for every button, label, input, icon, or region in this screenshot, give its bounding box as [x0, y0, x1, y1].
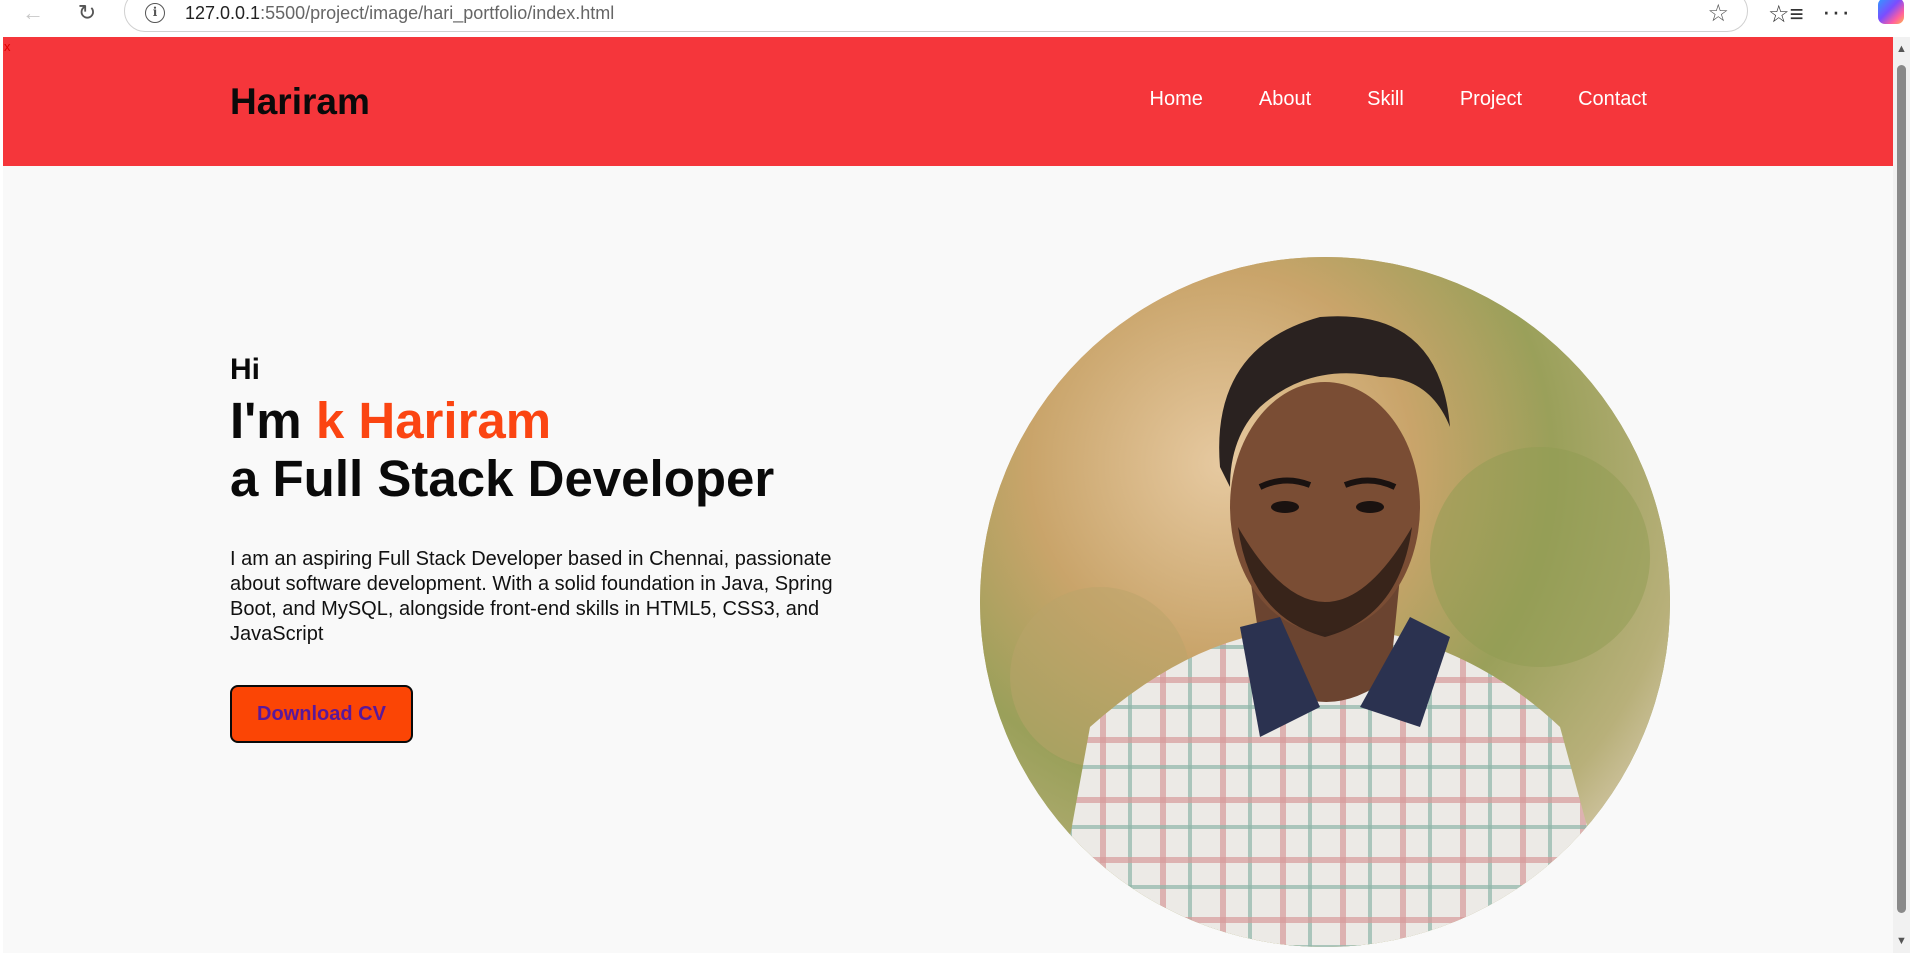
- scroll-up-arrow-icon[interactable]: ▲: [1896, 43, 1907, 55]
- copilot-icon[interactable]: [1878, 0, 1904, 24]
- hero-description: I am an aspiring Full Stack Developer ba…: [230, 548, 833, 645]
- hero-name: k Hariram: [315, 392, 552, 449]
- nav-skill[interactable]: Skill: [1367, 88, 1404, 111]
- hero-intro: I'm k Hariram: [230, 392, 552, 449]
- favorite-star-icon[interactable]: ☆: [1707, 0, 1729, 28]
- favorites-list-icon[interactable]: ☆≡: [1768, 0, 1804, 29]
- nav-home[interactable]: Home: [1150, 88, 1203, 111]
- hero-role: a Full Stack Developer: [230, 450, 775, 507]
- hero-text: Hi I'm k Hariram a Full Stack Developer …: [230, 353, 870, 743]
- download-cv-button[interactable]: Download CV: [230, 685, 413, 743]
- nav-about[interactable]: About: [1259, 88, 1311, 111]
- site-info-icon[interactable]: i: [145, 3, 165, 23]
- page-viewport: Hariram Home About Skill Project Contact…: [3, 37, 1893, 953]
- close-marker[interactable]: x: [4, 39, 11, 54]
- brand-logo[interactable]: Hariram: [230, 81, 370, 123]
- navbar: Hariram Home About Skill Project Contact: [3, 37, 1893, 166]
- url-text[interactable]: 127.0.0.1:5500/project/image/hari_portfo…: [185, 3, 614, 24]
- browser-toolbar: ← ↻ i 127.0.0.1:5500/project/image/hari_…: [0, 0, 1910, 36]
- nav-project[interactable]: Project: [1460, 88, 1522, 111]
- nav-menu: Home About Skill Project Contact: [1094, 88, 1647, 111]
- more-menu-icon[interactable]: ···: [1822, 0, 1851, 27]
- nav-contact[interactable]: Contact: [1578, 88, 1647, 111]
- address-bar[interactable]: i 127.0.0.1:5500/project/image/hari_port…: [124, 0, 1748, 32]
- profile-photo-illustration: [980, 257, 1670, 947]
- scroll-thumb[interactable]: [1897, 65, 1906, 913]
- page-scrollbar[interactable]: ▲ ▼: [1893, 37, 1910, 953]
- reload-icon[interactable]: ↻: [72, 0, 102, 26]
- back-arrow-icon[interactable]: ←: [18, 0, 48, 26]
- profile-photo: [980, 257, 1670, 947]
- scroll-down-arrow-icon[interactable]: ▼: [1896, 935, 1907, 947]
- hero-greeting: Hi: [230, 353, 260, 386]
